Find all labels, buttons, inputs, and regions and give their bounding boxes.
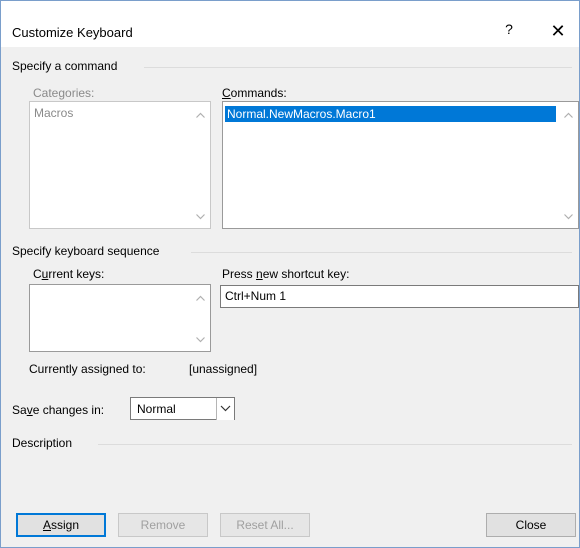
group-divider (98, 444, 572, 445)
title-bar: Customize Keyboard ? ✕ (1, 1, 579, 47)
group-divider (191, 252, 572, 253)
commands-label: Commands: (222, 86, 287, 100)
save-changes-select[interactable]: Normal (130, 397, 235, 420)
new-shortcut-label: Press new shortcut key: (222, 267, 350, 281)
dialog-title: Customize Keyboard (12, 25, 133, 40)
scroll-down-icon[interactable] (195, 334, 206, 345)
scroll-down-icon[interactable] (195, 211, 206, 222)
close-icon[interactable]: ✕ (546, 19, 570, 43)
specify-command-group-label: Specify a command (12, 59, 118, 73)
save-changes-label: Save changes in: (12, 403, 105, 417)
scroll-down-icon[interactable] (563, 211, 574, 222)
new-shortcut-input[interactable]: Ctrl+Num 1 (220, 285, 579, 308)
scroll-up-icon[interactable] (195, 293, 206, 304)
group-divider (144, 67, 572, 68)
command-item[interactable]: Normal.NewMacros.Macro1 (225, 106, 556, 122)
reset-all-button[interactable]: Reset All... (220, 513, 310, 537)
currently-assigned-value: [unassigned] (189, 362, 258, 376)
scroll-up-icon[interactable] (195, 110, 206, 121)
current-keys-listbox[interactable] (29, 284, 211, 352)
save-changes-value: Normal (137, 402, 176, 416)
remove-button[interactable]: Remove (118, 513, 208, 537)
help-button[interactable]: ? (499, 21, 519, 41)
category-item-macros[interactable]: Macros (34, 106, 73, 120)
commands-listbox[interactable]: Normal.NewMacros.Macro1 (222, 101, 579, 229)
currently-assigned-label: Currently assigned to: (29, 362, 146, 376)
categories-label: Categories: (33, 86, 95, 100)
customize-keyboard-dialog: Customize Keyboard ? ✕ Specify a command… (0, 0, 580, 548)
chevron-down-icon[interactable] (216, 398, 234, 420)
assign-button[interactable]: Assign (16, 513, 106, 537)
close-button[interactable]: Close (486, 513, 576, 537)
scroll-up-icon[interactable] (563, 110, 574, 121)
current-keys-label: Current keys: (33, 267, 105, 281)
keyboard-sequence-group-label: Specify keyboard sequence (12, 244, 160, 258)
description-group-label: Description (12, 436, 73, 450)
categories-listbox[interactable]: Macros (29, 101, 211, 229)
